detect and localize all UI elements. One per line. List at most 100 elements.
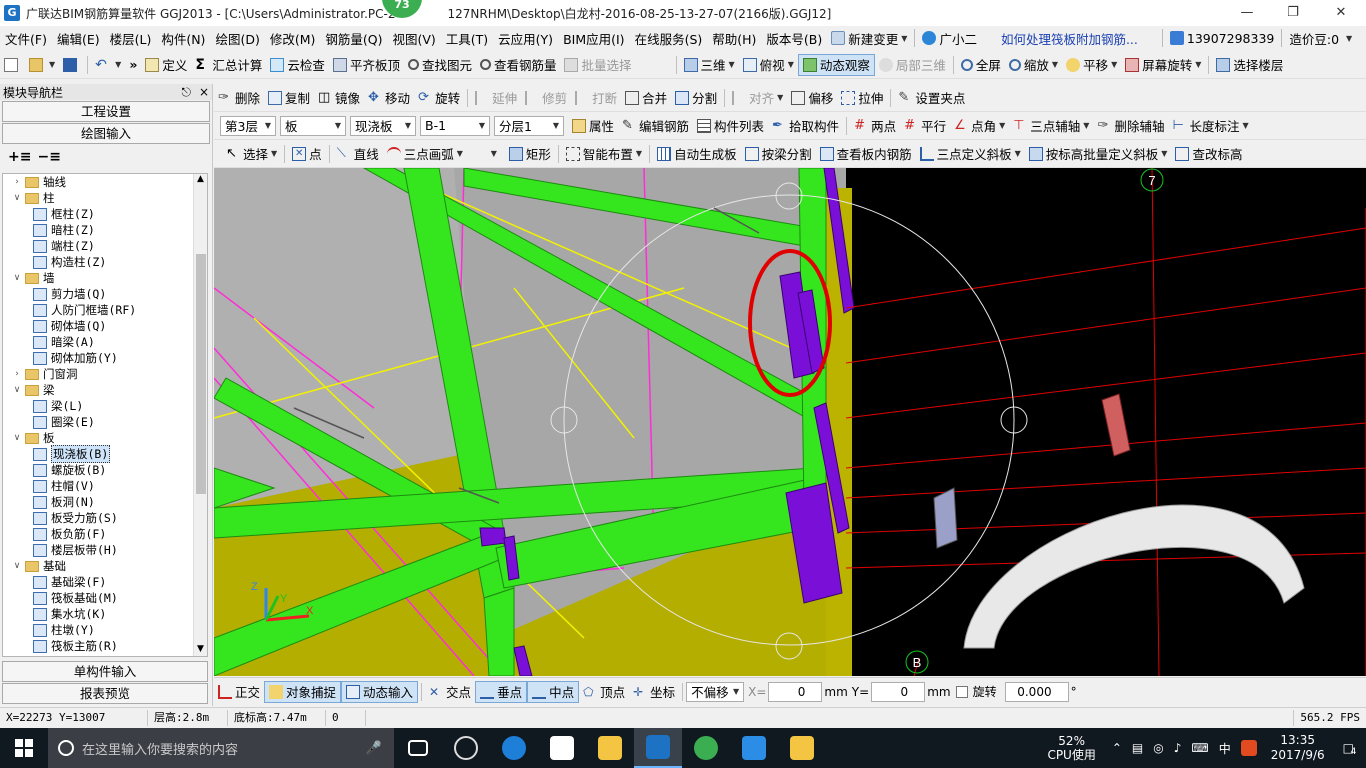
perpendicular-snap-toggle[interactable]: 垂点 <box>475 680 528 703</box>
coordinate-snap-toggle[interactable]: ✛ 坐标 <box>629 681 679 703</box>
beam-split-button[interactable]: 按梁分割 <box>741 143 816 165</box>
tree-folder[interactable]: ∨ 板 <box>3 430 207 446</box>
select-floor-button[interactable]: 选择楼层 <box>1212 54 1287 76</box>
layer-select[interactable]: 分层1 ▼ <box>494 115 564 136</box>
flush-slab-top-button[interactable]: 平齐板顶 <box>329 54 404 76</box>
wifi-icon[interactable]: ◎ <box>1153 741 1163 755</box>
tree-folder[interactable]: ∨ 基础 <box>3 558 207 574</box>
delete-button[interactable]: ✑ 删除 <box>214 87 264 109</box>
smart-layout-button[interactable]: 智能布置 ▼ <box>562 143 646 165</box>
restore-button[interactable]: ❐ <box>1270 0 1316 26</box>
tree-item[interactable]: 圈梁(E) <box>3 414 207 430</box>
tree-item[interactable]: 人防门框墙(RF) <box>3 302 207 318</box>
change-elev-button[interactable]: 查改标高 <box>1171 143 1246 165</box>
menu-draw[interactable]: 绘图(D) <box>210 29 264 48</box>
price-bean-button[interactable]: 造价豆:0 <box>1285 29 1343 48</box>
undo-button[interactable]: ↶ ▼ <box>91 54 125 76</box>
fullscreen-button[interactable]: 全屏 <box>957 54 1005 76</box>
rotate-checkbox[interactable] <box>955 685 968 698</box>
tree-item[interactable]: 螺旋板(B) <box>3 462 207 478</box>
set-grip-button[interactable]: ✎ 设置夹点 <box>894 87 969 109</box>
batch-select-button[interactable]: 批量选择 <box>560 54 635 76</box>
scroll-thumb[interactable] <box>196 254 206 494</box>
dynamic-input-toggle[interactable]: 动态输入 <box>341 680 419 703</box>
screen-rotate-button[interactable]: 屏幕旋转 ▼ <box>1121 54 1205 76</box>
zoom-button[interactable]: 缩放 ▼ <box>1005 54 1062 76</box>
floor-select[interactable]: 第3层 ▼ <box>220 115 276 136</box>
toolbar-overflow-icon[interactable]: » <box>125 54 141 76</box>
rect-tool-button[interactable]: 矩形 <box>505 143 555 165</box>
pan-button[interactable]: 平移 ▼ <box>1062 54 1121 76</box>
keyboard-icon[interactable]: ⌨ <box>1191 741 1208 755</box>
menu-online[interactable]: 在线服务(S) <box>630 29 708 48</box>
ortho-toggle[interactable]: 正交 <box>214 681 264 703</box>
edit-rebar-button[interactable]: ✎ 编辑钢筋 <box>618 115 693 137</box>
menu-edit[interactable]: 编辑(E) <box>52 29 105 48</box>
element-list-button[interactable]: 构件列表 <box>693 115 768 137</box>
menu-cloud[interactable]: 云应用(Y) <box>493 29 558 48</box>
point-tool-button[interactable]: ✕ 点 <box>288 143 326 165</box>
taskbar-app-glodon[interactable] <box>634 728 682 768</box>
menu-tools[interactable]: 工具(T) <box>441 29 493 48</box>
offset-mode-select[interactable]: 不偏移 ▼ <box>686 681 745 702</box>
top-view-button[interactable]: 俯视 ▼ <box>739 54 798 76</box>
auto-slab-button[interactable]: 自动生成板 <box>653 143 741 165</box>
stretch-button[interactable]: 拉伸 <box>837 87 887 109</box>
volume-icon[interactable]: ♪ <box>1174 741 1182 755</box>
report-preview-button[interactable]: 报表预览 <box>2 683 208 704</box>
tree-item[interactable]: 板洞(N) <box>3 494 207 510</box>
offset-button[interactable]: 偏移 <box>787 87 837 109</box>
chevron-up-icon[interactable]: ⌃ <box>1112 741 1122 755</box>
view-slab-rebar-button[interactable]: 查看板内钢筋 <box>816 143 916 165</box>
tree-item[interactable]: 筏板基础(M) <box>3 590 207 606</box>
subtype-select[interactable]: 现浇板 ▼ <box>350 115 416 136</box>
x-input[interactable]: 0 <box>768 681 823 702</box>
clock[interactable]: 13:35 2017/9/6 <box>1271 733 1325 763</box>
taskbar-app-edge[interactable] <box>490 728 538 768</box>
ime-indicator[interactable]: 中 <box>1219 740 1231 757</box>
dynamic-view-button[interactable]: 动态观察 <box>797 53 875 76</box>
menu-bim[interactable]: BIM应用(I) <box>558 29 630 48</box>
view-rebar-qty-button[interactable]: 查看钢筋量 <box>476 54 561 76</box>
draw-input-button[interactable]: 绘图输入 <box>2 123 210 144</box>
tree-item[interactable]: 暗柱(Z) <box>3 222 207 238</box>
menu-rebar-qty[interactable]: 钢筋量(Q) <box>320 29 387 48</box>
expanded-arrow-icon[interactable]: ∨ <box>11 273 23 283</box>
menu-file[interactable]: 文件(F) <box>0 29 52 48</box>
object-snap-toggle[interactable]: 对象捕捉 <box>264 680 342 703</box>
menu-component[interactable]: 构件(N) <box>156 29 210 48</box>
chevron-down-icon[interactable]: ▼ <box>1346 34 1352 43</box>
tree-item[interactable]: 现浇板(B) <box>3 445 207 463</box>
expand-all-icon[interactable]: +≡ <box>8 149 31 165</box>
trim-button[interactable]: 修剪 <box>521 87 571 109</box>
expanded-arrow-icon[interactable]: ∨ <box>11 561 23 571</box>
menu-floor[interactable]: 楼层(L) <box>105 29 157 48</box>
tree-item[interactable]: 基础梁(F) <box>3 574 207 590</box>
three-point-slope-button[interactable]: 三点定义斜板 ▼ <box>916 143 1025 165</box>
tree-item[interactable]: 楼层板带(H) <box>3 542 207 558</box>
scroll-up-icon[interactable]: ▲ <box>194 174 207 186</box>
tree-item[interactable]: 框柱(Z) <box>3 206 207 222</box>
taskbar-app-store[interactable] <box>538 728 586 768</box>
help-question-link[interactable]: 如何处理筏板附加钢筋... <box>993 29 1146 48</box>
break-button[interactable]: 打断 <box>571 87 621 109</box>
model-3d-view[interactable]: 7 B Z Y X <box>214 168 1366 676</box>
pin-icon[interactable]: ⎋ <box>181 85 191 100</box>
new-change-button[interactable]: 新建变更 ▼ <box>827 29 911 48</box>
intersection-snap-toggle[interactable]: ✕ 交点 <box>425 681 475 703</box>
tree-folder[interactable]: ∨ 柱 <box>3 190 207 206</box>
point-angle-button[interactable]: ∠ 点角 ▼ <box>950 115 1009 137</box>
tree-folder[interactable]: ∨ 梁 <box>3 382 207 398</box>
delete-aux-button[interactable]: ✑ 删除辅轴 <box>1093 115 1168 137</box>
taskbar-app-notes[interactable] <box>778 728 826 768</box>
mirror-button[interactable]: ◫ 镜像 <box>314 87 364 109</box>
sum-calc-button[interactable]: Σ 汇总计算 <box>191 54 266 76</box>
tree-item[interactable]: 砌体墙(Q) <box>3 318 207 334</box>
three-point-aux-button[interactable]: ⊤ 三点辅轴 ▼ <box>1009 115 1093 137</box>
move-button[interactable]: ✥ 移动 <box>364 87 414 109</box>
menu-view[interactable]: 视图(V) <box>387 29 440 48</box>
menu-modify[interactable]: 修改(M) <box>265 29 321 48</box>
tree-scrollbar[interactable]: ▲ ▼ <box>193 174 207 656</box>
tree-item[interactable]: 柱墩(Y) <box>3 622 207 638</box>
collapsed-arrow-icon[interactable]: › <box>11 177 23 187</box>
